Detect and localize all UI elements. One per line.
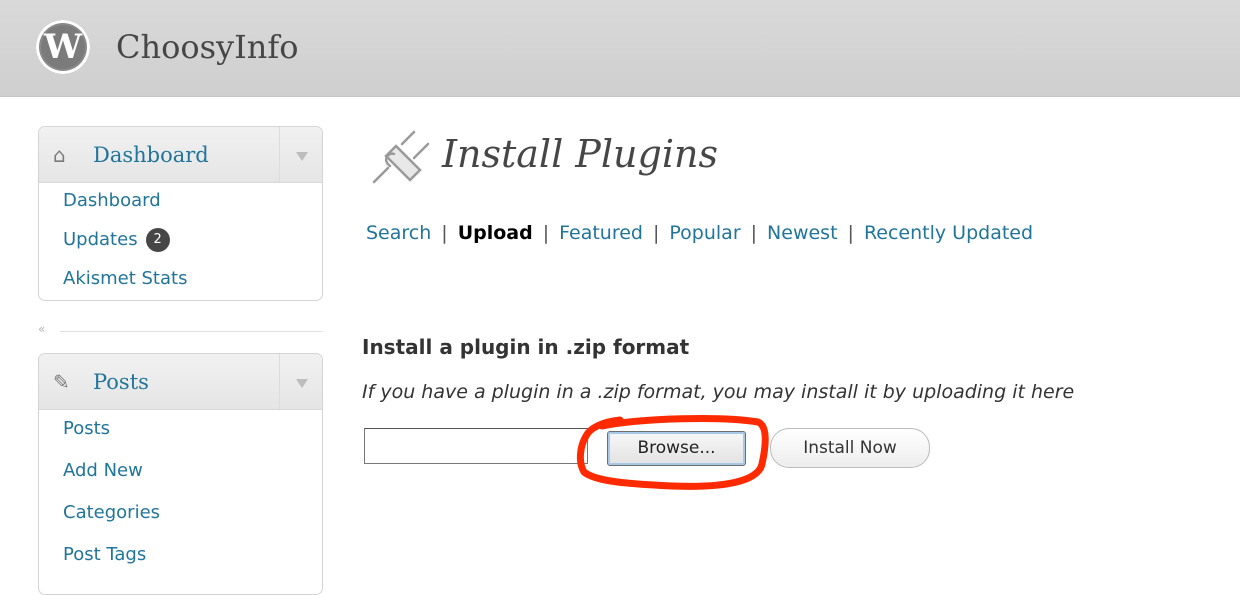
posts-menu-toggle-icon[interactable] [279,354,322,409]
sidebar-item-label: Updates [63,229,138,250]
update-count-badge: 2 [145,228,170,252]
sidebar-item-akismet-stats[interactable]: Akismet Stats [39,258,322,300]
subnav-separator: | [441,222,448,244]
collapse-arrow-icon[interactable]: « [38,322,45,336]
dashboard-menu: ⌂ Dashboard Dashboard Updates 2 Akismet S… [38,126,323,301]
upload-section-heading: Install a plugin in .zip format [362,335,690,359]
sidebar-item-add-new[interactable]: Add New [39,450,322,492]
dashboard-menu-toggle-icon[interactable] [279,127,322,182]
plugin-install-subnav: Search | Upload | Featured | Popular | Newest | Re… [366,222,1033,244]
wordpress-logo-icon[interactable]: W [36,20,90,74]
file-path-input[interactable] [364,428,588,464]
highlight-annotation-circle [576,415,769,490]
sidebar-item-updates[interactable]: Updates 2 [39,219,322,261]
subnav-separator: | [542,222,550,244]
sidebar-item-post-tags[interactable]: Post Tags [39,534,322,576]
install-now-button[interactable]: Install Now [770,428,930,468]
posts-menu-label: Posts [93,370,149,394]
subnav-newest-link[interactable]: Newest [767,222,837,244]
subnav-recently-updated-link[interactable]: Recently Updated [864,222,1033,244]
posts-menu-header[interactable]: ✎ Posts [39,354,322,410]
sidebar-item-dashboard[interactable]: Dashboard [39,180,322,222]
home-icon: ⌂ [53,143,66,167]
menu-collapse-separator: « [38,322,323,336]
page-title: Install Plugins [442,132,718,176]
pushpin-icon: ✎ [53,370,70,394]
dashboard-menu-header[interactable]: ⌂ Dashboard [39,127,322,183]
logo-letter: W [43,27,83,67]
upload-description: If you have a plugin in a .zip format, y… [362,381,1075,403]
dashboard-menu-label: Dashboard [93,143,209,167]
subnav-popular-link[interactable]: Popular [669,222,740,244]
subnav-separator: | [652,222,660,244]
subnav-separator: | [750,222,758,244]
admin-header: W ChoosyInfo [0,0,1240,97]
posts-menu: ✎ Posts Posts Add New Categories Post Ta… [38,353,323,595]
plugin-icon [372,130,430,184]
site-title[interactable]: ChoosyInfo [116,28,298,66]
subnav-featured-link[interactable]: Featured [559,222,643,244]
sidebar-item-posts[interactable]: Posts [39,408,322,450]
sidebar-item-categories[interactable]: Categories [39,492,322,534]
subnav-search-link[interactable]: Search [366,222,431,244]
subnav-upload-current[interactable]: Upload [458,222,533,244]
subnav-separator: | [847,222,854,244]
separator-line [60,331,323,332]
